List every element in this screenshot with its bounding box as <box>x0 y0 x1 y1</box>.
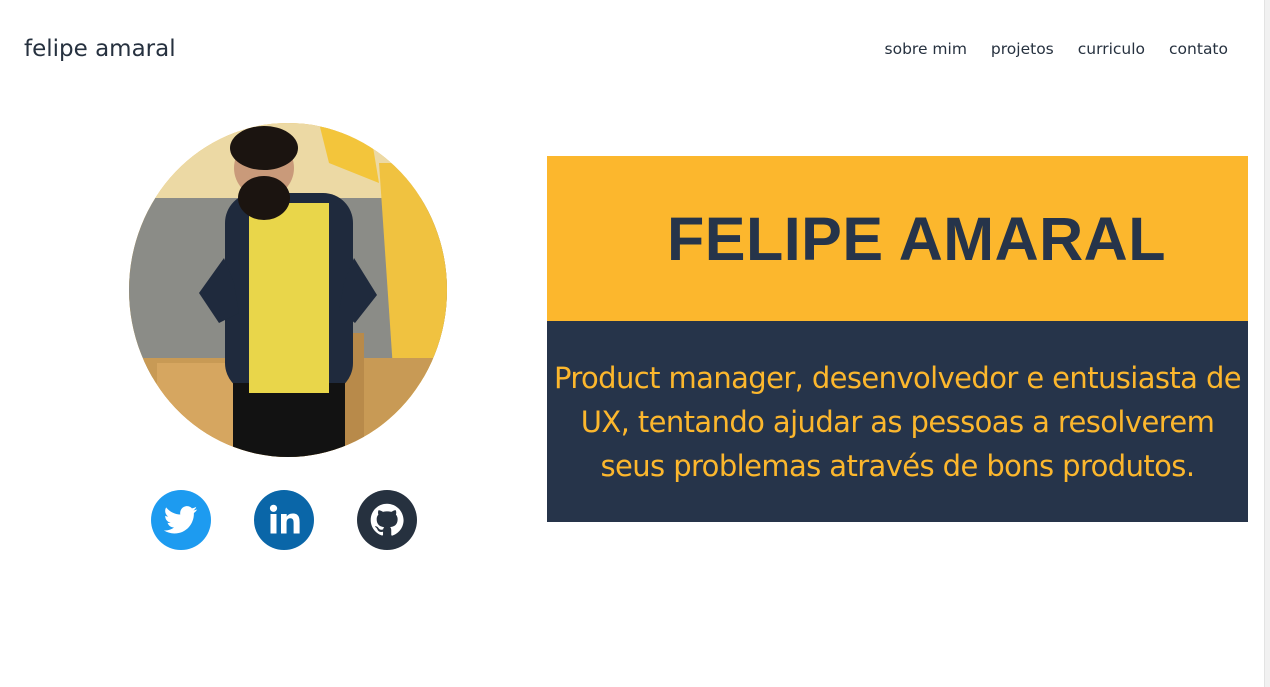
twitter-icon <box>164 506 198 534</box>
nav-curriculo[interactable]: curriculo <box>1078 40 1145 58</box>
site-brand[interactable]: felipe amaral <box>24 36 176 62</box>
profile-photo <box>129 123 447 457</box>
twitter-link[interactable] <box>151 490 211 550</box>
nav-sobre-mim[interactable]: sobre mim <box>885 40 967 58</box>
page-scrollbar[interactable] <box>1264 0 1270 687</box>
profile-photo-image <box>129 123 447 457</box>
hero-bio: Product manager, desenvolvedor e entusia… <box>553 360 1242 483</box>
bio-panel: Product manager, desenvolvedor e entusia… <box>547 321 1248 522</box>
hero-name: FELIPE AMARAL <box>667 204 1166 273</box>
github-icon <box>370 503 404 536</box>
nav-contato[interactable]: contato <box>1169 40 1228 58</box>
github-link[interactable] <box>357 490 417 550</box>
linkedin-icon <box>269 504 300 534</box>
name-banner: FELIPE AMARAL <box>547 156 1248 321</box>
main-nav: sobre mim projetos curriculo contato <box>885 40 1228 58</box>
nav-projetos[interactable]: projetos <box>991 40 1054 58</box>
site-header: felipe amaral sobre mim projetos curricu… <box>0 0 1265 100</box>
linkedin-link[interactable] <box>254 490 314 550</box>
